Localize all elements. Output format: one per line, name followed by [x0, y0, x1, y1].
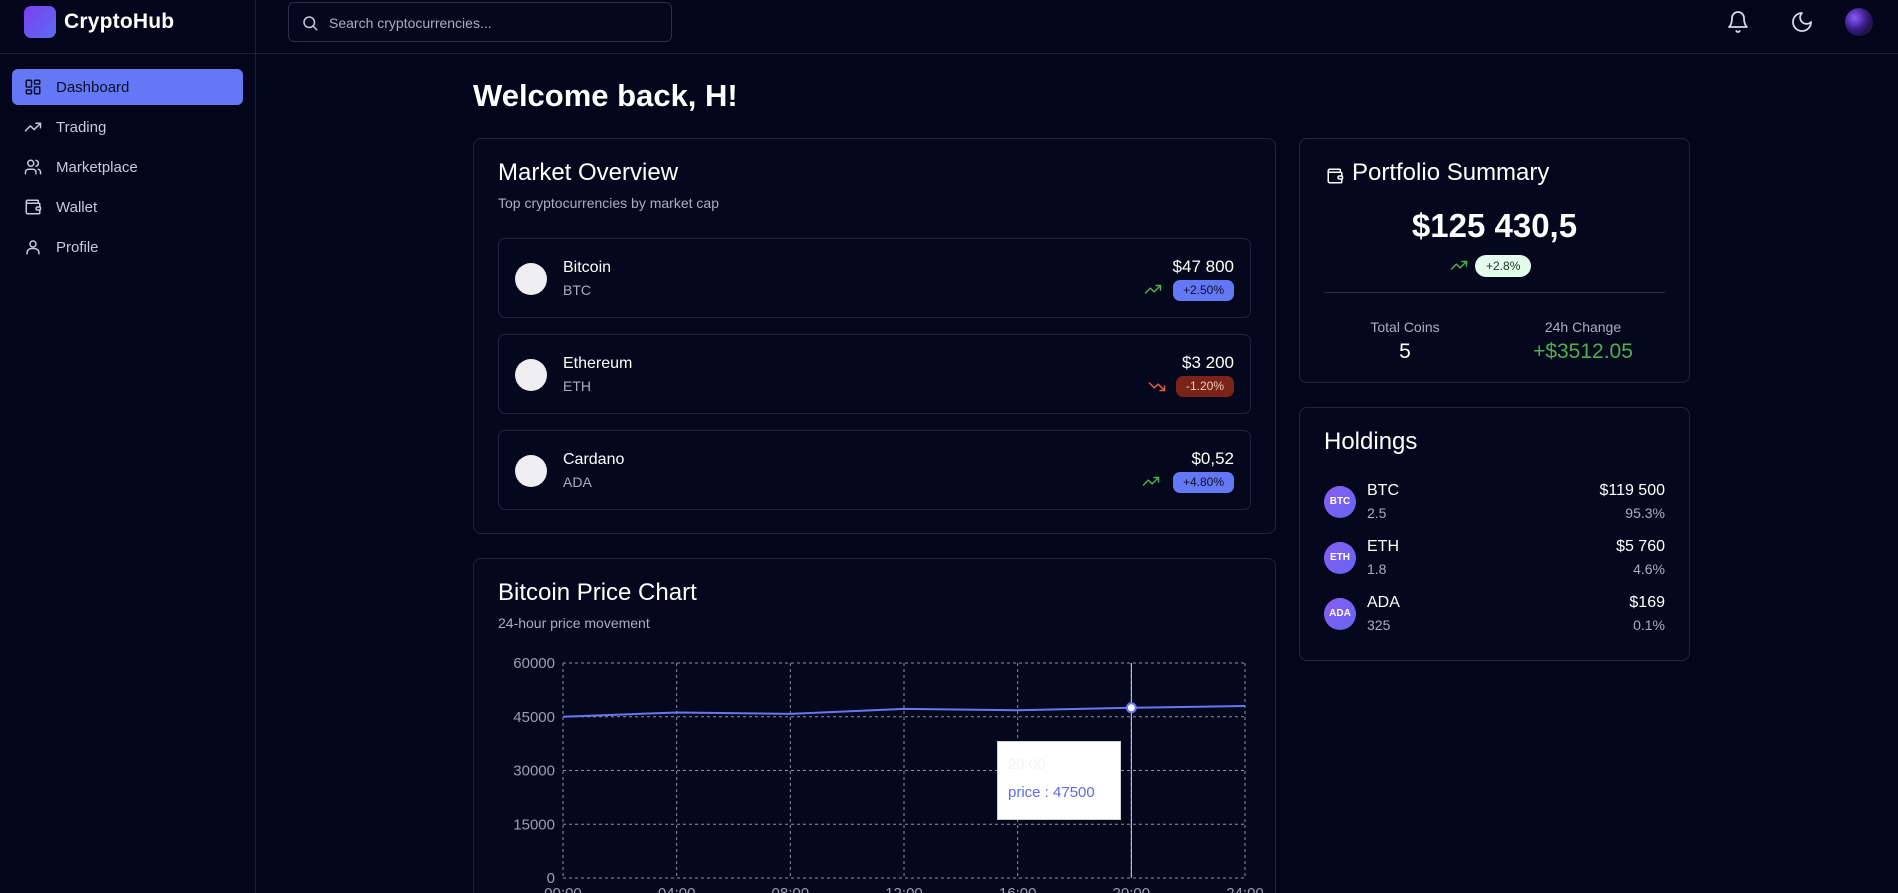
card-subtitle: 24-hour price movement	[498, 615, 650, 631]
avatar[interactable]	[1845, 8, 1873, 36]
holding-row[interactable]: ETH ETH 1.8 $5 760 4.6%	[1324, 538, 1665, 582]
holding-percent: 0.1%	[1633, 617, 1665, 633]
coin-row-ethereum[interactable]: Ethereum ETH $3 200 -1.20%	[498, 334, 1251, 414]
holding-percent: 95.3%	[1625, 505, 1665, 521]
sidebar-item-label: Dashboard	[56, 79, 130, 96]
bell-icon[interactable]	[1726, 10, 1750, 34]
sidebar-item-marketplace[interactable]: Marketplace	[12, 149, 243, 185]
coin-price: $47 800	[1172, 257, 1234, 276]
coin-avatar: ADA	[1324, 598, 1356, 630]
sidebar-item-label: Wallet	[56, 199, 98, 216]
card-title: Market Overview	[498, 159, 679, 186]
wallet-icon	[1327, 168, 1344, 184]
sidebar-item-wallet[interactable]: Wallet	[12, 189, 243, 225]
holding-value: $5 760	[1616, 538, 1665, 555]
divider	[255, 0, 256, 54]
page-title: Welcome back, H!	[473, 78, 738, 113]
search-icon	[303, 16, 318, 31]
card-subtitle: Top cryptocurrencies by market cap	[498, 195, 719, 211]
coin-row-cardano[interactable]: Cardano ADA $0,52 +4.80%	[498, 430, 1251, 510]
coin-name: Ethereum	[563, 355, 633, 372]
search-input[interactable]: Search cryptocurrencies...	[288, 2, 672, 42]
holding-value: $119 500	[1599, 482, 1665, 499]
portfolio-change-badge: +2.8%	[1475, 255, 1532, 277]
trending-down-icon	[1148, 382, 1166, 392]
sidebar-item-label: Profile	[56, 239, 99, 256]
coin-row-bitcoin[interactable]: Bitcoin BTC $47 800 +2.50%	[498, 238, 1251, 318]
total-coins-value: 5	[1399, 340, 1411, 363]
tooltip-time: 20:00	[1008, 756, 1046, 773]
holding-amount: 2.5	[1367, 505, 1387, 521]
coin-name: Cardano	[563, 451, 625, 468]
chart-tooltip: 20:00 price : 47500	[997, 741, 1121, 820]
holding-symbol: ETH	[1367, 538, 1399, 555]
coin-icon	[515, 359, 547, 391]
sidebar-item-label: Trading	[56, 119, 107, 136]
user-icon	[26, 240, 40, 255]
price-chart-card: Bitcoin Price Chart 24-hour price moveme…	[473, 558, 1276, 893]
moon-icon[interactable]	[1790, 10, 1814, 34]
portfolio-total: $125 430,5	[1411, 207, 1578, 244]
trending-up-icon	[1142, 476, 1160, 486]
holding-symbol: ADA	[1367, 594, 1400, 611]
coin-icon	[515, 263, 547, 295]
trending-up-icon	[24, 122, 42, 132]
coin-name: Bitcoin	[563, 259, 612, 276]
coin-symbol: ADA	[563, 474, 592, 490]
sidebar-item-trading[interactable]: Trading	[12, 109, 243, 145]
holding-row[interactable]: ADA ADA 325 $169 0.1%	[1324, 594, 1665, 638]
sidebar: Dashboard Trading Marketplace Wallet Pro…	[0, 54, 256, 893]
brand-name[interactable]: CryptoHub	[64, 10, 174, 34]
sidebar-item-dashboard[interactable]: Dashboard	[12, 69, 243, 105]
tooltip-price: price : 47500	[1008, 784, 1095, 801]
holding-percent: 4.6%	[1633, 561, 1665, 577]
card-title: Bitcoin Price Chart	[498, 579, 697, 606]
sidebar-item-label: Marketplace	[56, 159, 138, 176]
change-24h-label: 24h Change	[1544, 319, 1622, 335]
search-placeholder: Search cryptocurrencies...	[329, 15, 492, 31]
divider	[1324, 292, 1665, 293]
total-coins-label: Total Coins	[1370, 319, 1440, 335]
card-title: Holdings	[1324, 428, 1418, 455]
holding-amount: 1.8	[1367, 561, 1387, 577]
change-24h-value: +$3512.05	[1533, 340, 1633, 363]
coin-symbol: ETH	[563, 378, 591, 394]
market-overview-card: Market Overview Top cryptocurrencies by …	[473, 138, 1276, 534]
coin-avatar: BTC	[1324, 486, 1356, 518]
card-title: Portfolio Summary	[1352, 159, 1550, 186]
change-badge: -1.20%	[1175, 376, 1234, 397]
top-bar: CryptoHub Search cryptocurrencies...	[0, 0, 1898, 54]
coin-avatar: ETH	[1324, 542, 1356, 574]
coin-price: $0,52	[1191, 449, 1234, 468]
trending-up-icon	[1144, 284, 1162, 294]
logo-icon[interactable]	[24, 6, 56, 38]
holdings-card: Holdings BTC BTC 2.5 $119 500 95.3% ETH …	[1299, 407, 1690, 661]
coin-icon	[515, 455, 547, 487]
coin-price: $3 200	[1182, 353, 1234, 372]
wallet-icon	[25, 199, 42, 215]
holding-symbol: BTC	[1367, 482, 1399, 499]
holding-amount: 325	[1367, 617, 1391, 633]
change-badge: +4.80%	[1172, 472, 1234, 493]
portfolio-summary-card: Portfolio Summary $125 430,5 +2.8% Total…	[1299, 138, 1690, 383]
users-icon	[24, 159, 42, 175]
change-badge: +2.50%	[1172, 280, 1234, 301]
trending-up-icon	[1450, 260, 1468, 270]
holding-row[interactable]: BTC BTC 2.5 $119 500 95.3%	[1324, 482, 1665, 526]
dashboard-icon	[25, 79, 41, 95]
sidebar-item-profile[interactable]: Profile	[12, 229, 243, 265]
holding-value: $169	[1629, 594, 1665, 611]
coin-symbol: BTC	[563, 282, 591, 298]
